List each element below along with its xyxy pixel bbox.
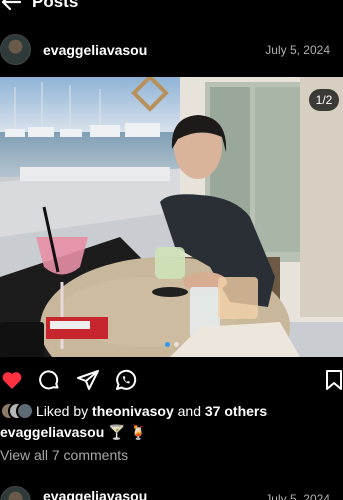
likes-others[interactable]: 37 others <box>205 403 267 419</box>
whatsapp-icon[interactable] <box>114 368 138 392</box>
carousel-counter: 1/2 <box>309 89 339 111</box>
carousel-dot-1 <box>164 342 170 347</box>
post-username[interactable]: evaggeliavasou <box>43 42 147 58</box>
comment-icon[interactable] <box>37 368 61 392</box>
back-arrow-icon[interactable] <box>0 0 22 12</box>
likes-row: Liked by theonivasoy and 37 others <box>0 402 343 420</box>
next-post-date: July 5, 2024 <box>265 492 330 500</box>
share-icon[interactable] <box>76 368 100 392</box>
likes-middle: and <box>173 403 205 419</box>
carousel-dot-2 <box>173 342 179 347</box>
caption: evaggeliavasou 🍸 🍹 <box>0 424 147 441</box>
top-bar: Posts <box>0 0 343 16</box>
avatar[interactable] <box>0 34 31 65</box>
avatar[interactable] <box>0 486 31 500</box>
post-header: evaggeliavasou July 5, 2024 <box>0 34 343 68</box>
bookmark-icon[interactable] <box>322 368 343 392</box>
view-comments-link[interactable]: View all 7 comments <box>0 447 128 463</box>
liker-username[interactable]: theonivasoy <box>92 403 174 419</box>
caption-text: 🍸 🍹 <box>104 424 147 440</box>
next-post-header: evaggeliavasou July 5, 2024 <box>0 484 343 500</box>
liker-avatars[interactable] <box>0 402 34 420</box>
likes-prefix: Liked by <box>36 403 93 419</box>
photo-image <box>0 77 343 357</box>
post-date: July 5, 2024 <box>265 43 330 57</box>
caption-username[interactable]: evaggeliavasou <box>0 424 104 440</box>
carousel-dots <box>164 342 179 347</box>
likes-text[interactable]: Liked by theonivasoy and 37 others <box>36 403 267 419</box>
post-actions <box>0 368 343 394</box>
post-photo[interactable]: 1/2 <box>0 77 343 357</box>
liker-avatar <box>16 402 34 420</box>
next-post-username[interactable]: evaggeliavasou <box>43 488 147 500</box>
heart-icon[interactable] <box>0 368 24 392</box>
page-title: Posts <box>32 0 79 11</box>
